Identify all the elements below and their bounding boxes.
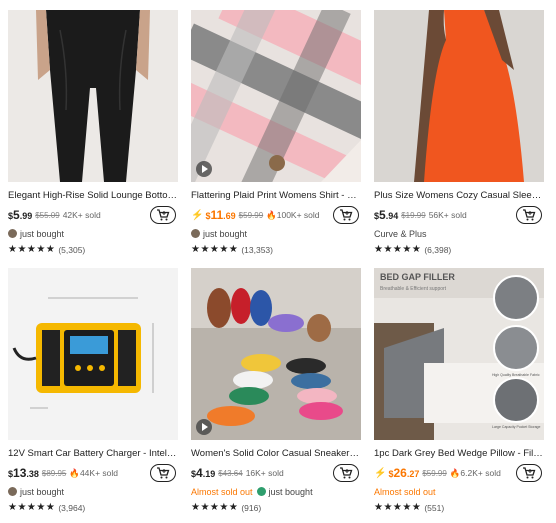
price: $11.69 xyxy=(205,208,236,222)
add-to-cart-button[interactable] xyxy=(150,464,176,482)
social-proof: just bought xyxy=(191,227,361,240)
product-card[interactable]: BED GAP FILLER Breathable & Efficient su… xyxy=(374,268,544,514)
product-image[interactable] xyxy=(191,268,361,440)
product-card[interactable]: Elegant High-Rise Solid Lounge Bottom...… xyxy=(8,10,178,256)
sold-count: 🔥44K+ sold xyxy=(69,467,118,478)
category-tag: Curve & Plus xyxy=(374,228,427,239)
video-play-icon[interactable] xyxy=(196,161,212,177)
add-to-cart-button[interactable] xyxy=(333,206,359,224)
cart-icon xyxy=(157,467,170,479)
add-to-cart-button[interactable] xyxy=(516,206,542,224)
star-rating-icon: ★★★★★ xyxy=(191,502,239,513)
stock-status: Almost sold out xyxy=(374,485,544,498)
add-to-cart-button[interactable] xyxy=(150,206,176,224)
product-image[interactable]: BED GAP FILLER Breathable & Efficient su… xyxy=(374,268,544,440)
product-image[interactable] xyxy=(8,10,178,182)
product-grid: Elegant High-Rise Solid Lounge Bottom...… xyxy=(0,0,556,514)
original-price: $55.09 xyxy=(35,210,60,220)
buyer-avatar xyxy=(191,229,200,238)
rating: ★★★★★ (13,353) xyxy=(191,243,361,256)
fire-icon: 🔥 xyxy=(69,467,80,478)
sold-count: 42K+ sold xyxy=(62,210,101,220)
rating: ★★★★★ (3,964) xyxy=(8,501,178,514)
image-caption: Large Capacity Pocket Storage xyxy=(492,425,540,429)
review-count: (5,305) xyxy=(58,244,86,255)
product-title[interactable]: 12V Smart Car Battery Charger - Intellig… xyxy=(8,448,178,460)
product-image[interactable] xyxy=(374,10,544,182)
rating: ★★★★★ (916) xyxy=(191,501,361,514)
price: $13.38 xyxy=(8,466,39,480)
original-price: $59.99 xyxy=(422,468,447,478)
review-count: (6,398) xyxy=(424,244,452,255)
star-rating-icon: ★★★★★ xyxy=(191,244,239,255)
almost-sold-out-badge: Almost sold out xyxy=(374,486,436,497)
review-count: (3,964) xyxy=(58,502,86,513)
price: $5.94 xyxy=(374,208,399,222)
product-card[interactable]: Flattering Plaid Print Womens Shirt - Fa… xyxy=(191,10,361,256)
price-row: $5.94 $19.99 56K+ sold xyxy=(374,206,544,224)
product-title[interactable]: Flattering Plaid Print Womens Shirt - Fa… xyxy=(191,190,361,202)
rating: ★★★★★ (551) xyxy=(374,501,544,514)
product-title[interactable]: Plus Size Womens Cozy Casual Sleep Dr... xyxy=(374,190,544,202)
cart-icon xyxy=(523,209,536,221)
review-count: (13,353) xyxy=(241,244,273,255)
star-rating-icon: ★★★★★ xyxy=(374,502,422,513)
original-price: $19.99 xyxy=(401,210,426,220)
fire-icon: 🔥 xyxy=(266,209,277,220)
price-row: $13.38 $89.95 🔥44K+ sold xyxy=(8,464,178,482)
image-headline: BED GAP FILLER xyxy=(380,272,455,282)
product-title[interactable]: Women's Solid Color Casual Sneakers, ... xyxy=(191,448,361,460)
product-card[interactable]: Plus Size Womens Cozy Casual Sleep Dr...… xyxy=(374,10,544,256)
product-card[interactable]: Women's Solid Color Casual Sneakers, ...… xyxy=(191,268,361,514)
price-row: $4.19 $43.64 16K+ sold xyxy=(191,464,361,482)
price: $5.99 xyxy=(8,208,33,222)
product-image[interactable] xyxy=(8,268,178,440)
original-price: $59.99 xyxy=(238,210,264,220)
sold-count: 16K+ sold xyxy=(245,468,284,478)
social-proof: Almost sold out just bought xyxy=(191,486,313,497)
rating: ★★★★★ (6,398) xyxy=(374,243,544,256)
image-subheadline: Breathable & Efficient support xyxy=(380,286,447,292)
fire-icon: 🔥 xyxy=(449,467,461,478)
star-rating-icon: ★★★★★ xyxy=(374,244,422,255)
product-title[interactable]: 1pc Dark Grey Bed Wedge Pillow - Fills .… xyxy=(374,448,544,460)
price-row: ⚡ $11.69 $59.99 🔥100K+ sold xyxy=(191,206,361,224)
buyer-avatar xyxy=(8,229,17,238)
cart-icon xyxy=(340,209,353,221)
price-row: ⚡ $26.27 $59.99 🔥6.2K+ sold xyxy=(374,464,544,482)
star-rating-icon: ★★★★★ xyxy=(8,502,56,513)
add-to-cart-button[interactable] xyxy=(333,464,359,482)
star-rating-icon: ★★★★★ xyxy=(8,244,56,255)
image-caption: High Quality Breathable Fabric xyxy=(492,373,540,377)
lightning-icon: ⚡ xyxy=(191,209,204,221)
buyer-avatar xyxy=(8,487,17,496)
product-title[interactable]: Elegant High-Rise Solid Lounge Bottom... xyxy=(8,190,178,202)
social-proof: just bought xyxy=(8,485,178,498)
sold-count: 56K+ sold xyxy=(428,210,467,220)
rating: ★★★★★ (5,305) xyxy=(8,243,178,256)
review-count: (916) xyxy=(241,502,262,513)
cart-icon xyxy=(157,209,170,221)
original-price: $43.64 xyxy=(218,468,243,478)
almost-sold-out-badge: Almost sold out xyxy=(191,486,253,497)
product-image[interactable] xyxy=(191,10,361,182)
price: $4.19 xyxy=(191,466,216,480)
cart-icon xyxy=(340,467,353,479)
buyer-avatar xyxy=(256,487,266,496)
price: $26.27 xyxy=(388,466,420,480)
video-play-icon[interactable] xyxy=(196,419,212,435)
social-proof: just bought xyxy=(8,227,178,240)
price-row: $5.99 $55.09 42K+ sold xyxy=(8,206,178,224)
cart-icon xyxy=(523,467,536,479)
original-price: $89.95 xyxy=(41,468,67,478)
review-count: (551) xyxy=(424,502,445,513)
add-to-cart-button[interactable] xyxy=(516,464,542,482)
sold-count: 🔥100K+ sold xyxy=(266,209,320,220)
lightning-icon: ⚡ xyxy=(374,467,387,479)
sold-count: 🔥6.2K+ sold xyxy=(449,467,501,478)
product-card[interactable]: 12V Smart Car Battery Charger - Intellig… xyxy=(8,268,178,514)
